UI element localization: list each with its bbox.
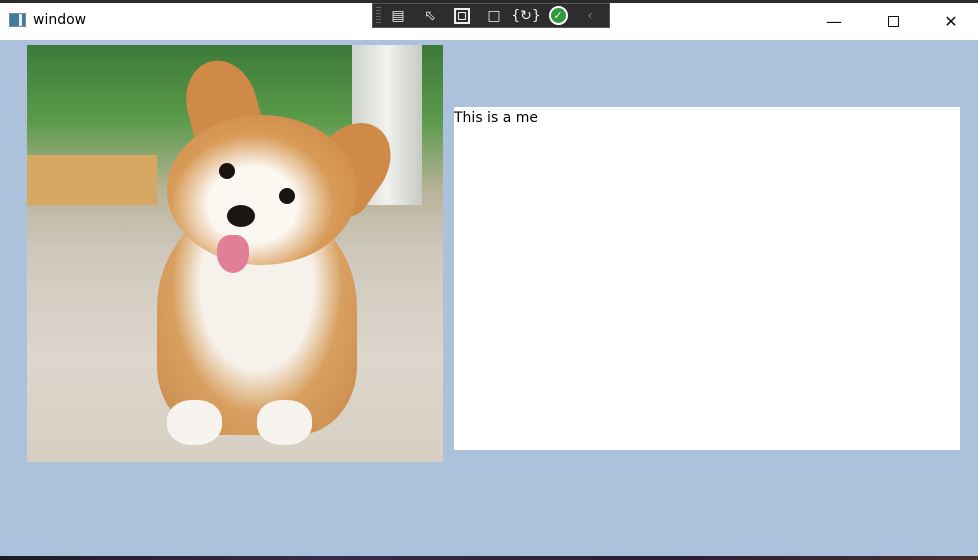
- desktop-strip-bottom: [0, 556, 978, 560]
- close-icon: ✕: [944, 12, 958, 31]
- minimize-icon: —: [826, 12, 842, 31]
- live-visual-tree-icon[interactable]: ▤: [387, 6, 409, 26]
- dog-tongue: [217, 235, 249, 273]
- display-layout-adorners-icon[interactable]: [451, 6, 473, 26]
- maximize-button[interactable]: [870, 3, 916, 40]
- close-button[interactable]: ✕: [928, 3, 974, 40]
- dog-paw: [167, 400, 222, 445]
- app-window-icon: [9, 13, 26, 27]
- corgi-puppy-photo: [27, 45, 443, 462]
- dog-head: [167, 115, 357, 265]
- text-box[interactable]: This is a me: [454, 107, 960, 450]
- window-title: window: [33, 12, 87, 28]
- background-wall: [27, 155, 157, 205]
- binding-check-icon[interactable]: ✓: [547, 6, 569, 26]
- text-box-content: This is a me: [454, 110, 538, 126]
- dog-nose: [227, 205, 255, 227]
- minimize-button[interactable]: —: [811, 3, 857, 40]
- hot-reload-icon[interactable]: {↻}: [511, 6, 541, 26]
- dog-paw: [257, 400, 312, 445]
- toolbar-grip[interactable]: [376, 7, 381, 24]
- collapse-icon[interactable]: ‹: [579, 6, 601, 26]
- debug-toolbar: ▤ ⬁ □ {↻} ✓ ‹: [372, 3, 610, 28]
- dog-eye: [219, 163, 235, 179]
- track-focus-icon[interactable]: □: [483, 6, 505, 26]
- maximize-icon: [887, 16, 899, 27]
- dog-eye: [279, 188, 295, 204]
- select-element-icon[interactable]: ⬁: [419, 6, 441, 26]
